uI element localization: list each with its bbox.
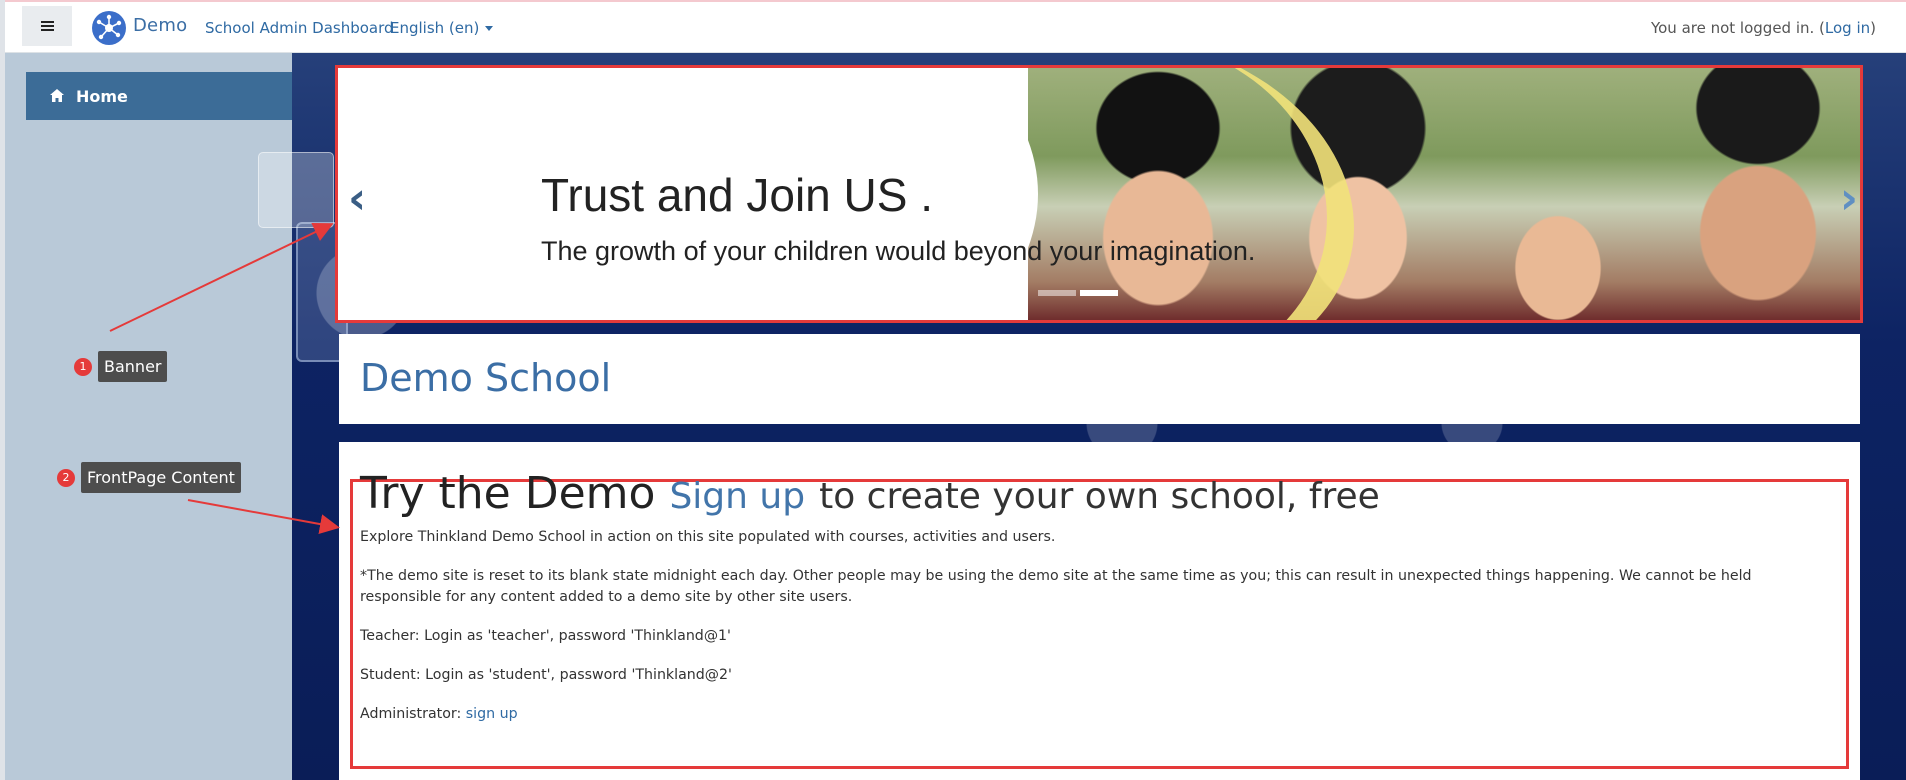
admin-signup-link[interactable]: sign up	[466, 706, 518, 722]
sidebar: Home	[5, 53, 292, 780]
login-status-text: You are not logged in. (	[1650, 19, 1825, 37]
annotation-label: Banner	[98, 351, 168, 382]
hamburger-icon	[40, 19, 54, 33]
admin-signup-info: Administrator: sign up	[360, 704, 1830, 725]
demo-headline: Try the Demo Sign up to create your own …	[360, 468, 1830, 523]
banner-title: Trust and Join US .	[541, 169, 934, 221]
login-status: You are not logged in. (Log in)	[1651, 19, 1876, 37]
annotation-number: 1	[74, 357, 92, 376]
intro-text: Explore Thinkland Demo School in action …	[360, 529, 1056, 545]
reset-notice: *The demo site is reset to its blank sta…	[360, 568, 1752, 605]
annotation-banner: 1 Banner	[74, 351, 168, 382]
frontpage-content-card: Try the Demo Sign up to create your own …	[339, 442, 1860, 780]
carousel-indicator[interactable]	[1038, 290, 1076, 296]
home-icon	[50, 87, 64, 106]
carousel-next-icon[interactable]: ›	[1840, 173, 1858, 224]
banner-carousel: Trust and Join US . The growth of your c…	[335, 65, 1863, 323]
nav-link-school-admin-dashboard[interactable]: School Admin Dashboard	[205, 19, 394, 37]
admin-label: Administrator:	[360, 706, 462, 722]
headline-main: Try the Demo	[360, 468, 656, 519]
student-login-info: Student: Login as 'student', password 'T…	[360, 667, 732, 683]
sidebar-item-home[interactable]: Home	[26, 72, 292, 120]
annotation-frontpage-content: 2 FrontPage Content	[57, 462, 241, 493]
login-link[interactable]: Log in	[1825, 19, 1870, 37]
carousel-indicator-active[interactable]	[1080, 290, 1118, 296]
sidebar-item-label: Home	[76, 86, 128, 106]
signup-link[interactable]: Sign up	[669, 476, 805, 517]
menu-toggle-button[interactable]	[22, 6, 72, 46]
carousel-indicators	[1038, 290, 1118, 296]
login-status-close: )	[1870, 19, 1876, 37]
headline-rest: to create your own school, free	[819, 476, 1380, 517]
navbar: Demo School Admin Dashboard English (en)…	[5, 2, 1906, 53]
site-name-card: Demo School	[339, 334, 1860, 424]
brand-logo-icon	[92, 11, 126, 45]
caret-down-icon	[485, 26, 494, 31]
page-title: Demo School	[360, 356, 612, 400]
language-selector[interactable]: English (en)	[390, 19, 494, 37]
brand-name[interactable]: Demo	[133, 15, 187, 36]
teacher-login-info: Teacher: Login as 'teacher', password 'T…	[360, 628, 731, 644]
carousel-prev-icon[interactable]: ‹	[348, 173, 366, 224]
banner-subtitle: The growth of your children would beyond…	[541, 236, 1256, 266]
annotation-number: 2	[57, 468, 75, 487]
language-selector-label: English (en)	[390, 19, 480, 37]
frontpage-content: Try the Demo Sign up to create your own …	[360, 468, 1830, 743]
drawer-ghost-tile	[258, 152, 334, 228]
annotation-label: FrontPage Content	[81, 462, 241, 493]
